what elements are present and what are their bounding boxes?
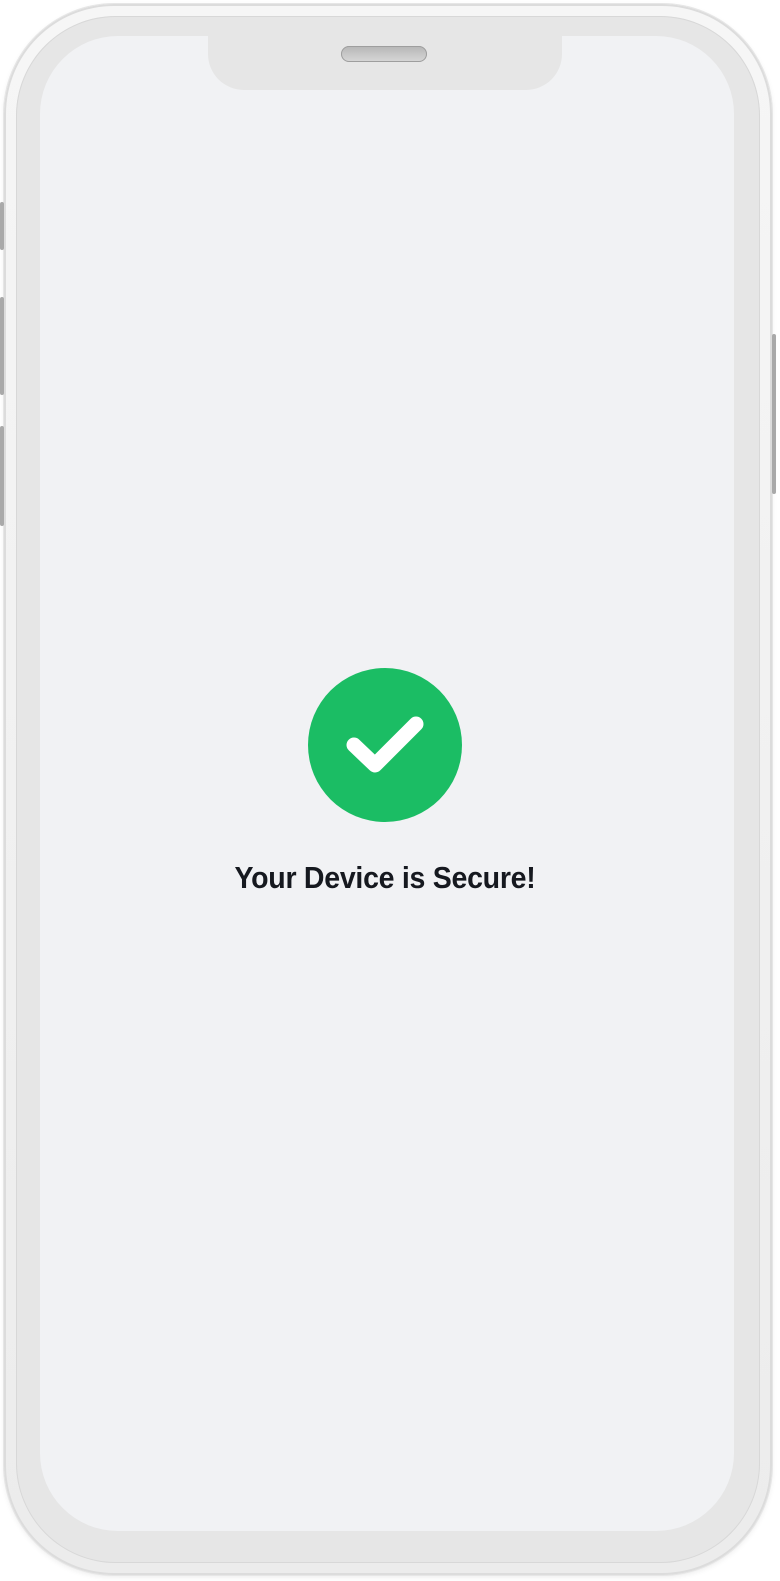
status-title: Your Device is Secure! [234,860,536,895]
check-circle-icon [308,668,462,822]
volume-down-button [0,426,4,526]
volume-up-button [0,297,4,395]
power-button [772,334,776,494]
secure-status-view: Your Device is Secure! [40,36,734,1531]
checkmark-icon [346,716,424,773]
silent-switch [0,202,4,250]
